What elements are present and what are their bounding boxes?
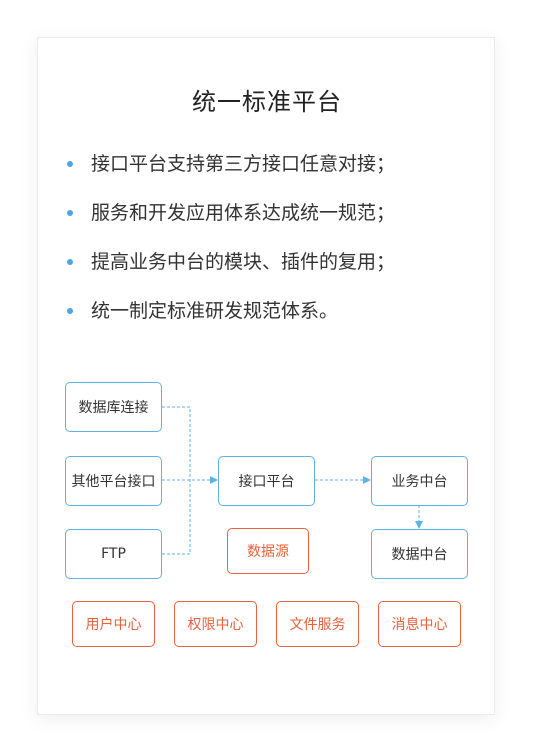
node-message-center: 消息中心 bbox=[378, 601, 461, 647]
node-label: 数据库连接 bbox=[78, 400, 149, 416]
node-label: 消息中心 bbox=[391, 617, 448, 633]
node-other-platform-interface: 其他平台接口 bbox=[65, 456, 162, 506]
node-label: 业务中台 bbox=[391, 474, 448, 490]
node-interface-platform: 接口平台 bbox=[218, 456, 315, 506]
node-label: 接口平台 bbox=[238, 474, 295, 490]
node-label: 文件服务 bbox=[289, 617, 346, 633]
node-ftp: FTP bbox=[65, 529, 162, 579]
node-label: FTP bbox=[101, 546, 126, 562]
node-business-center: 业务中台 bbox=[371, 456, 468, 506]
node-data-source: 数据源 bbox=[227, 528, 309, 574]
node-label: 用户中心 bbox=[85, 617, 142, 633]
node-permission-center: 权限中心 bbox=[174, 601, 257, 647]
node-label: 数据源 bbox=[247, 544, 289, 560]
node-label: 数据中台 bbox=[391, 547, 448, 563]
node-user-center: 用户中心 bbox=[72, 601, 155, 647]
node-label: 权限中心 bbox=[187, 617, 244, 633]
node-data-center: 数据中台 bbox=[371, 529, 468, 579]
node-file-service: 文件服务 bbox=[276, 601, 359, 647]
node-label: 其他平台接口 bbox=[71, 474, 156, 490]
connector-ftp-to-trunk bbox=[162, 480, 191, 555]
connector-database-to-trunk bbox=[162, 406, 191, 480]
node-database-connection: 数据库连接 bbox=[65, 382, 162, 432]
